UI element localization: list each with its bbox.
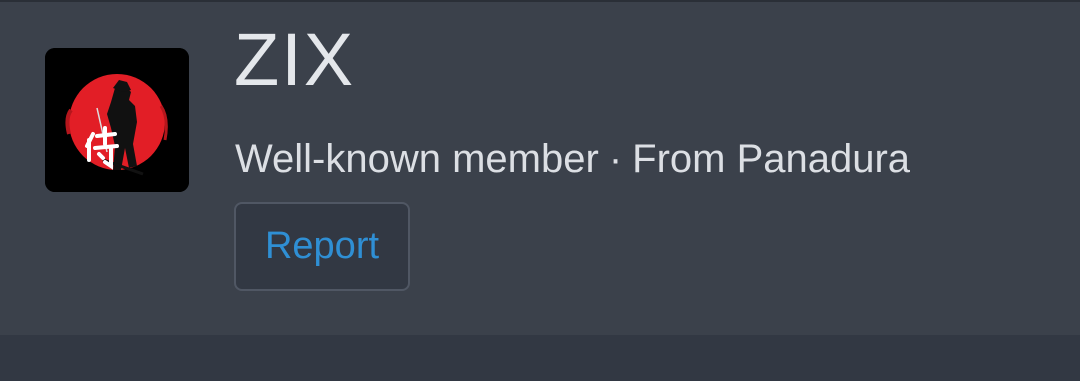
- member-meta: Well-known member · From Panadura: [235, 134, 910, 184]
- samurai-avatar-icon: [45, 48, 189, 192]
- member-location: From Panadura: [632, 137, 911, 181]
- username: ZIX: [234, 18, 356, 101]
- profile-card: ZIX Well-known member · From Panadura Repo…: [0, 0, 1080, 335]
- member-title: Well-known member: [235, 137, 599, 181]
- avatar[interactable]: [45, 48, 189, 192]
- meta-separator: ·: [608, 137, 623, 181]
- report-button[interactable]: Report: [234, 202, 410, 291]
